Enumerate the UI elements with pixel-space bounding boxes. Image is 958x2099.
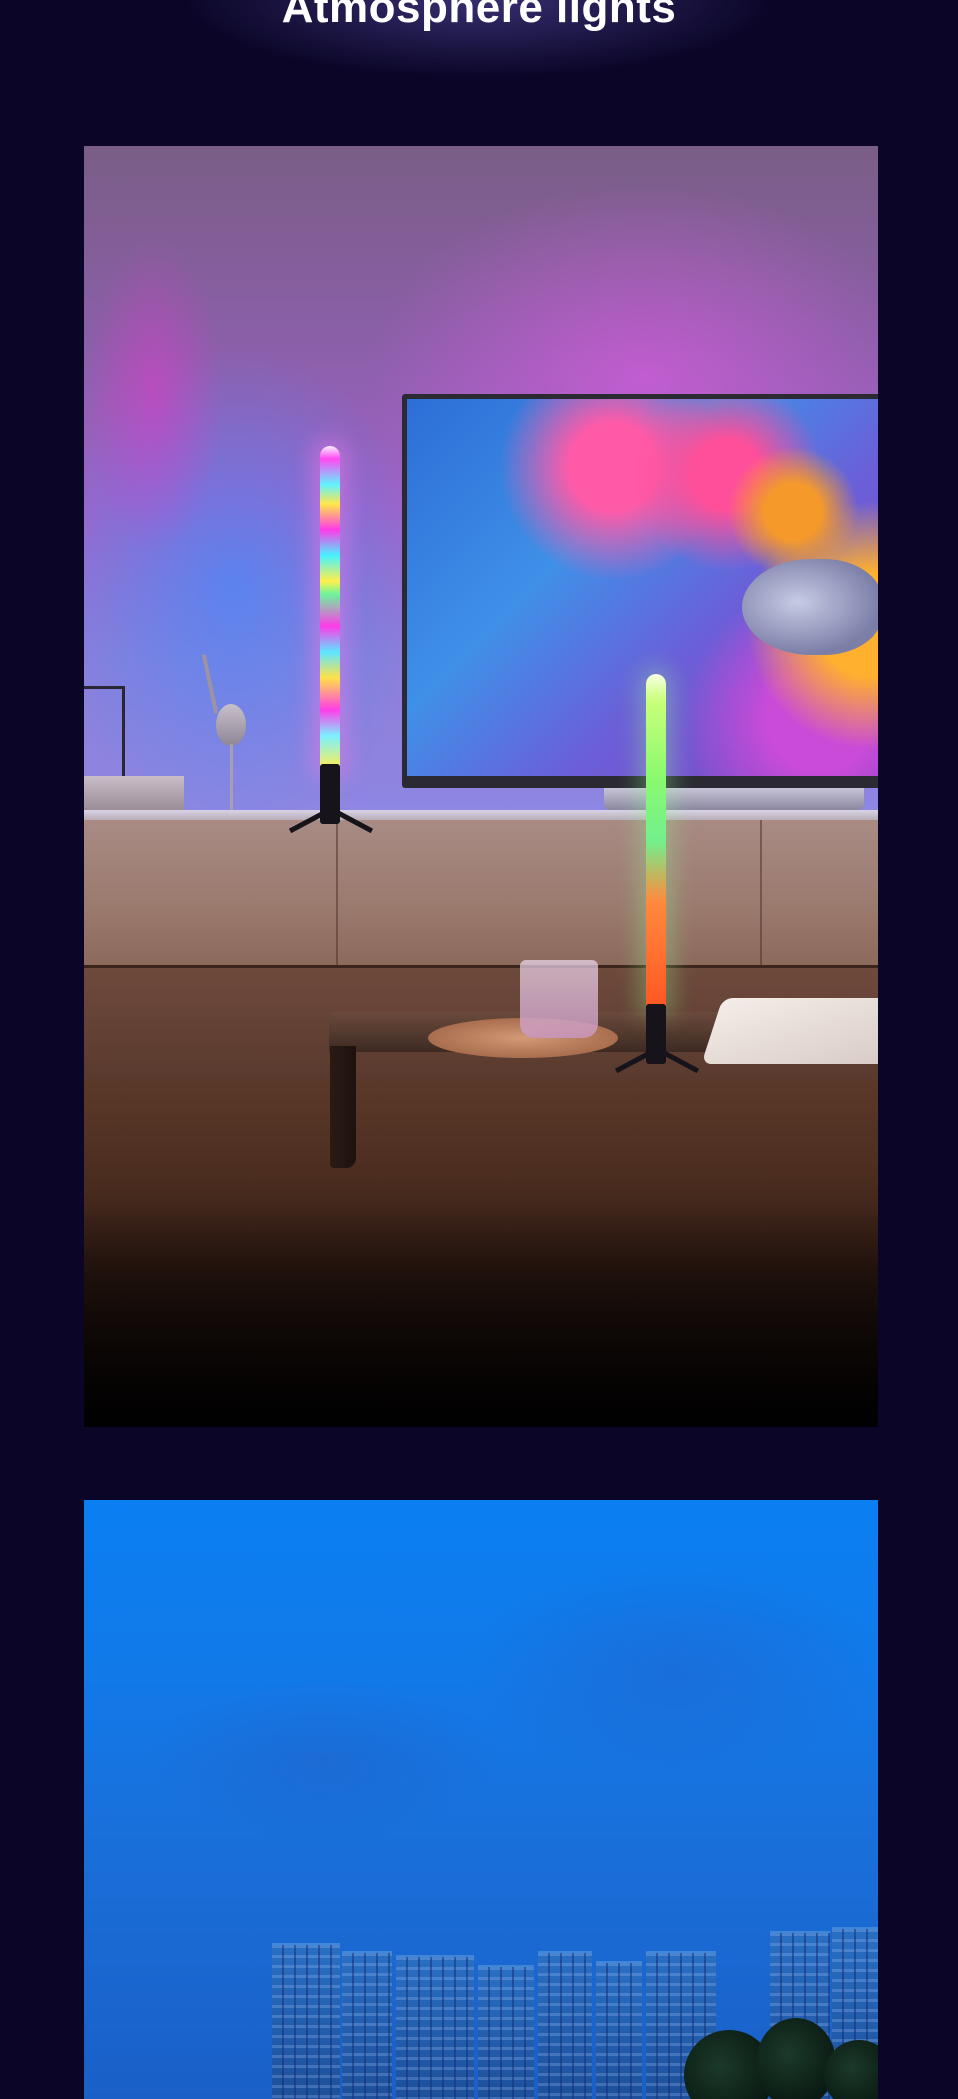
building [396,1955,474,2099]
tree [756,2018,836,2099]
tv-cabinet [84,820,878,965]
fish-shape [742,559,878,655]
tripod-stand-left [280,764,380,834]
rgb-light-bar-left [320,446,340,768]
tv-screen-coral-reef [407,399,878,776]
rgb-light-bar-right [646,674,666,1008]
building [538,1951,592,2099]
building [596,1961,642,2099]
tv-cabinet-top [84,810,878,820]
bottom-shadow [84,1206,878,1427]
page: Atmosphere lights [0,0,958,2099]
drinking-glass [520,960,598,1038]
building [342,1951,392,2099]
picture-frame [84,686,125,784]
building [478,1965,534,2099]
city-skyline-dusk-image [84,1500,878,2099]
magenta-light-glow [84,236,224,556]
living-room-atmosphere-lights-image [84,146,878,1427]
tv-stand [604,788,864,810]
page-title: Atmosphere lights [281,0,677,32]
television [402,394,878,788]
heron-sculpture [200,654,256,834]
cloud [464,1560,878,1780]
coffee-table-leg [330,1046,356,1168]
building [272,1943,340,2099]
tripod-stand-right [606,1004,706,1074]
open-book [701,998,878,1064]
cloud [144,1680,504,1840]
